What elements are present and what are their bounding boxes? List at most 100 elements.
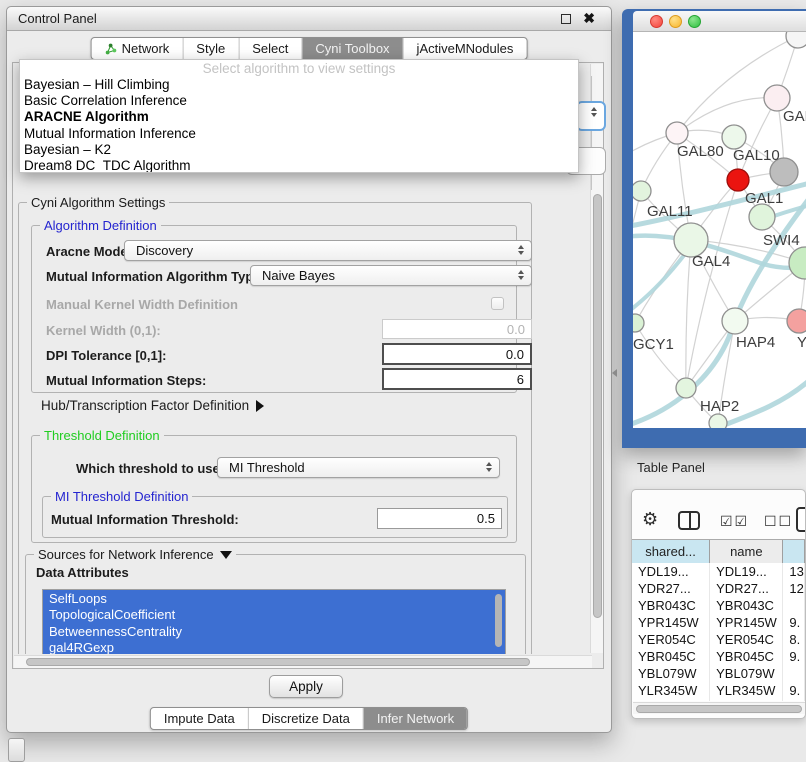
network-node[interactable] — [727, 169, 749, 191]
network-edge[interactable] — [635, 323, 686, 388]
tab-cyni-toolbox[interactable]: Cyni Toolbox — [301, 38, 402, 59]
column-header-shared[interactable]: shared... — [632, 540, 710, 564]
table-horizontal-scrollbar[interactable] — [633, 702, 806, 714]
select-all-rows-icon[interactable]: ☑☑ — [720, 513, 749, 530]
table-cell[interactable]: YBR045C — [632, 648, 710, 665]
minimize-window-icon[interactable] — [669, 15, 682, 28]
algorithm-menu-item-dream8-dc-tdc-algorithm[interactable]: Dream8 DC_TDC Algorithm — [20, 158, 578, 173]
apply-button[interactable]: Apply — [269, 675, 343, 698]
network-node[interactable] — [787, 309, 806, 333]
table-cell[interactable]: YIL053C — [710, 699, 783, 701]
table-row[interactable]: YBL079WYBL079W — [632, 665, 805, 682]
network-edge-highlighted[interactable] — [633, 246, 691, 314]
table-cell[interactable] — [783, 597, 805, 614]
table-settings-gear-icon[interactable]: ⚙ — [642, 509, 658, 530]
data-attribute-item[interactable]: SelfLoops — [43, 590, 505, 607]
dpi-tolerance-input[interactable]: 0.0 — [382, 343, 532, 365]
network-graph[interactable]: GALGAL80GAL10GAL1GAL11SWI4GAL4GCY1HAP4YH… — [633, 32, 806, 428]
network-window-titlebar[interactable] — [633, 11, 806, 32]
table-cell[interactable]: YLR345W — [710, 682, 783, 699]
algorithm-menu-item-aracne-algorithm[interactable]: ARACNE Algorithm — [20, 109, 578, 125]
hub-definition-toggle[interactable]: Hub/Transcription Factor Definition — [41, 398, 264, 413]
table-row[interactable]: YER054CYER054C8. — [632, 631, 805, 648]
table-row[interactable]: YLR345WYLR345W9. — [632, 682, 805, 699]
sources-title[interactable]: Sources for Network Inference — [34, 547, 236, 562]
horizontal-scrollbar-thumb[interactable] — [26, 658, 530, 666]
network-node[interactable] — [786, 32, 806, 48]
data-attribute-item[interactable]: BetweennessCentrality — [43, 623, 505, 640]
kernel-width-input[interactable]: 0.0 — [382, 319, 532, 339]
data-attribute-item[interactable]: TopologicalCoefficient — [43, 607, 505, 624]
tab-network[interactable]: Network — [92, 38, 183, 59]
network-node[interactable] — [633, 314, 644, 332]
mi-threshold-input[interactable]: 0.5 — [377, 508, 502, 529]
table-row[interactable]: YPR145WYPR145W9. — [632, 614, 805, 631]
table-cell[interactable]: YBL079W — [632, 665, 710, 682]
network-node[interactable] — [722, 125, 746, 149]
close-window-icon[interactable] — [650, 15, 663, 28]
algorithm-menu-item-bayesian-k2[interactable]: Bayesian – K2 — [20, 142, 578, 158]
table-row[interactable]: YBR045CYBR045C9. — [632, 648, 805, 665]
network-node[interactable] — [666, 122, 688, 144]
column-header-partial[interactable] — [783, 540, 805, 564]
manual-kernel-width-checkbox[interactable] — [491, 297, 504, 310]
table-cell[interactable]: 8. — [783, 699, 805, 701]
table-cell[interactable]: YDL19... — [632, 563, 710, 580]
network-node[interactable] — [674, 223, 708, 257]
tab-infer-network[interactable]: Infer Network — [363, 708, 467, 729]
panel-divider-handle[interactable] — [612, 369, 617, 377]
algorithm-menu-item-basic-correlation-inference[interactable]: Basic Correlation Inference — [20, 93, 578, 109]
vertical-scrollbar-thumb[interactable] — [593, 194, 602, 618]
table-cell[interactable]: 9. — [783, 614, 805, 631]
tab-jactivemnodules[interactable]: jActiveMNodules — [403, 38, 527, 59]
close-panel-icon[interactable]: ✖ — [583, 10, 595, 27]
network-node[interactable] — [676, 378, 696, 398]
table-cell[interactable]: YDR27... — [632, 580, 710, 597]
algorithm-menu-item-mutual-information-inference[interactable]: Mutual Information Inference — [20, 126, 578, 142]
table-cell[interactable]: YLR345W — [632, 682, 710, 699]
table-function-icon[interactable] — [796, 507, 806, 532]
data-attribute-item[interactable]: gal4RGexp — [43, 640, 505, 655]
table-cell[interactable]: YBR043C — [710, 597, 783, 614]
mi-steps-input[interactable]: 6 — [382, 368, 532, 390]
tab-style[interactable]: Style — [182, 38, 238, 59]
tab-select[interactable]: Select — [238, 38, 301, 59]
column-header-name[interactable]: name — [710, 540, 783, 564]
control-panel-titlebar[interactable]: Control Panel ✖ — [7, 7, 611, 31]
deselect-all-rows-icon[interactable]: ☐☐ — [764, 513, 793, 530]
network-edge-highlighted[interactable] — [633, 192, 806, 426]
table-cell[interactable] — [783, 665, 805, 682]
aracne-mode-combobox[interactable]: Discovery — [124, 240, 532, 261]
table-cell[interactable]: YBL079W — [710, 665, 783, 682]
table-scrollbar-thumb[interactable] — [636, 705, 802, 713]
collapsed-panel-button[interactable] — [8, 738, 25, 762]
mi-algorithm-type-combobox[interactable]: Naive Bayes — [250, 265, 532, 286]
table-cell[interactable]: 9. — [783, 682, 805, 699]
network-node[interactable] — [709, 414, 727, 428]
algorithm-menu-item-bayesian-hill-climbing[interactable]: Bayesian – Hill Climbing — [20, 77, 578, 93]
table-row[interactable]: YBR043CYBR043C — [632, 597, 805, 614]
table-cell[interactable]: YDL19... — [710, 563, 783, 580]
table-cell[interactable]: YER054C — [710, 631, 783, 648]
table-cell[interactable]: YDR27... — [710, 580, 783, 597]
table-cell[interactable]: YPR145W — [710, 614, 783, 631]
table-cell[interactable]: YBR045C — [710, 648, 783, 665]
column-visibility-icon[interactable] — [678, 511, 700, 530]
table-cell[interactable]: YER054C — [632, 631, 710, 648]
table-row[interactable]: YDL19...YDL19...13 — [632, 563, 805, 580]
tab-discretize-data[interactable]: Discretize Data — [248, 708, 363, 729]
table-cell[interactable]: YBR043C — [632, 597, 710, 614]
which-threshold-combobox[interactable]: MI Threshold — [217, 457, 500, 478]
algorithm-combobox-fragment[interactable] — [576, 101, 606, 131]
zoom-window-icon[interactable] — [688, 15, 701, 28]
list-scrollbar-thumb[interactable] — [495, 594, 502, 647]
network-node[interactable] — [749, 204, 775, 230]
table-cell[interactable]: 13 — [783, 563, 805, 580]
network-node[interactable] — [633, 181, 651, 201]
data-attributes-list[interactable]: SelfLoopsTopologicalCoefficientBetweenne… — [42, 589, 506, 654]
table-cell[interactable]: 8. — [783, 631, 805, 648]
table-cell[interactable]: 9. — [783, 648, 805, 665]
settings-horizontal-scrollbar[interactable] — [14, 655, 592, 668]
table-row[interactable]: YDR27...YDR27...12 — [632, 580, 805, 597]
table-cell[interactable]: 12 — [783, 580, 805, 597]
